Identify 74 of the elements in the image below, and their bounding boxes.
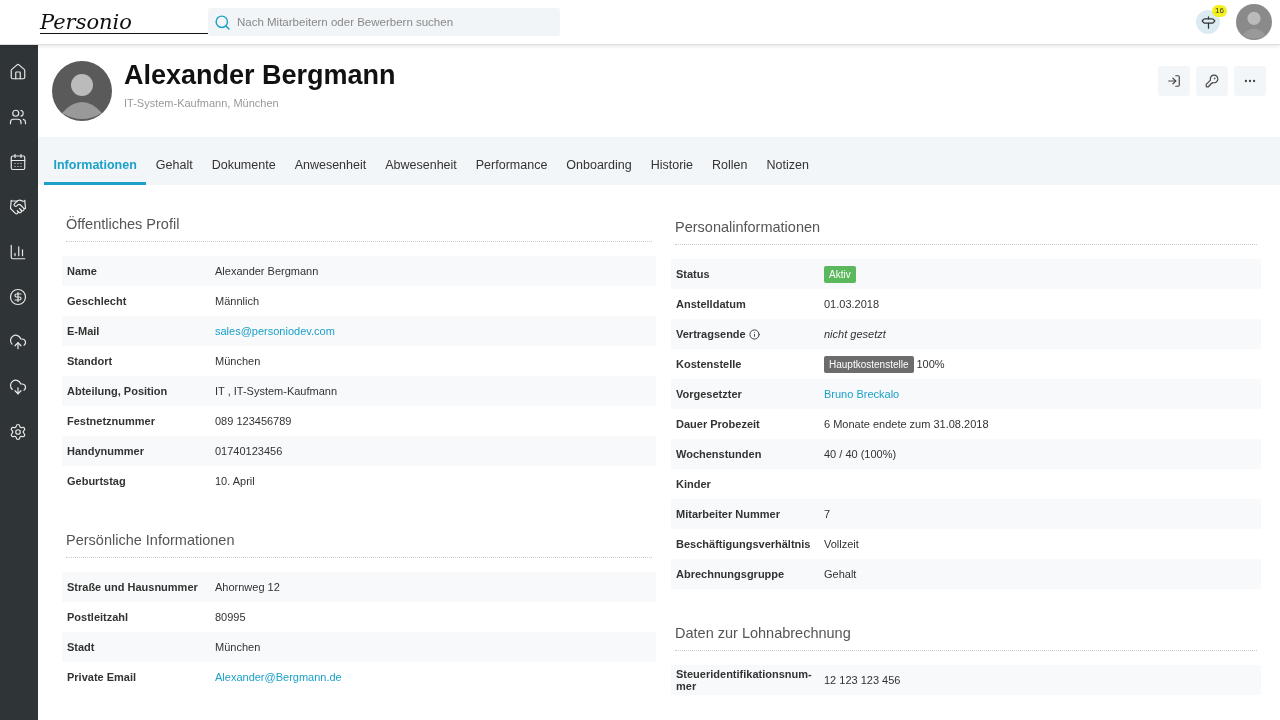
field-label: Postleitzahl xyxy=(67,611,129,623)
field-value: Ahornweg 12 xyxy=(215,581,281,593)
field-value: 80995 xyxy=(215,611,247,623)
info-icon[interactable] xyxy=(748,328,760,340)
field-value: Vollzeit xyxy=(824,538,860,550)
handshake-icon[interactable] xyxy=(9,198,29,218)
field-label: Dauer Probezeit xyxy=(676,418,760,430)
key-icon xyxy=(1205,74,1219,88)
notification-count: 16 xyxy=(1212,5,1227,17)
tab[interactable]: Historie xyxy=(641,158,703,185)
tab[interactable]: Abwesenheit xyxy=(375,158,467,185)
signpost-icon xyxy=(1200,14,1216,30)
tab[interactable]: Notizen xyxy=(757,158,819,185)
employee-subtitle: IT-System-Kaufmann, München xyxy=(124,96,280,109)
field-value: 01740123456 xyxy=(215,445,284,457)
field-label: Straße und Hausnummer xyxy=(67,581,198,593)
field-value: 6 Monate endete zum 31.08.2018 xyxy=(824,418,990,430)
field-value: nicht gesetzt xyxy=(824,328,887,340)
field-value: IT , IT-System-Kaufmann xyxy=(215,385,339,397)
field-label: Festnetznummer xyxy=(67,415,156,427)
field-label: Kinder xyxy=(676,478,711,490)
search-field[interactable]: Nach Mitarbeitern oder Bewerbern suchen xyxy=(208,8,560,36)
field-value: Alexander Bergmann xyxy=(215,265,320,277)
field-value: 40 / 40 (100%) xyxy=(824,448,898,460)
field-value: 089 123456789 xyxy=(215,415,293,427)
field-label: Abrechnungsgruppe xyxy=(676,568,785,580)
field-label: Steueridentifikationsnum-mer xyxy=(676,668,813,692)
profile-avatar xyxy=(52,61,112,121)
section-title: Öffentliches Profil xyxy=(66,216,652,242)
field-label: Standort xyxy=(67,355,113,367)
field-value: 12 123 123 456 xyxy=(824,674,902,686)
field-value: 10. April xyxy=(215,475,256,487)
field-value: Gehalt xyxy=(824,568,858,580)
login-button[interactable] xyxy=(1158,66,1190,96)
field-label: Mitarbeiter Nummer xyxy=(676,508,780,520)
employee-name: Alexander Bergmann xyxy=(124,59,396,91)
tab[interactable]: Dokumente xyxy=(202,158,286,185)
field-label: Name xyxy=(67,265,97,277)
dollar-icon[interactable] xyxy=(9,288,29,308)
field-value: München xyxy=(215,641,262,653)
field-label: Abteilung, Position xyxy=(67,385,168,397)
field-label: Private Email xyxy=(67,671,137,683)
field-label: Handynummer xyxy=(67,445,145,457)
field-value: 100% xyxy=(916,358,945,370)
field-label: Beschäftigungsverhältnis xyxy=(676,538,811,550)
field-value: München xyxy=(215,355,262,367)
field-value: Männlich xyxy=(215,295,261,307)
cost-center-tag: Hauptkostenstelle xyxy=(824,355,914,373)
field-value: 7 xyxy=(824,508,832,520)
field-value: 01.03.2018 xyxy=(824,298,881,310)
section-title: Personalinformationen xyxy=(675,219,1257,245)
field-label: Vorgesetzter xyxy=(676,388,742,400)
tab[interactable]: Anwesenheit xyxy=(285,158,376,185)
search-icon xyxy=(214,13,231,31)
field-label: Status xyxy=(676,268,710,280)
field-label: Anstelldatum xyxy=(676,298,746,310)
field-label: Vertragsende xyxy=(676,328,746,340)
field-label: Wochenstunden xyxy=(676,448,762,460)
field-label: E-Mail xyxy=(67,325,100,337)
tab[interactable]: Rollen xyxy=(702,158,757,185)
tab[interactable]: Gehalt xyxy=(146,158,203,185)
status-badge: Aktiv xyxy=(824,265,856,283)
tab[interactable]: Onboarding xyxy=(556,158,642,185)
section-title: Persönliche Informationen xyxy=(66,532,652,558)
section-title: Daten zur Lohnabrechnung xyxy=(675,625,1257,651)
field-label: Stadt xyxy=(67,641,95,653)
key-button[interactable] xyxy=(1196,66,1228,96)
user-avatar xyxy=(1236,4,1272,40)
field-label: Geschlecht xyxy=(67,295,127,307)
search-input[interactable]: Nach Mitarbeitern oder Bewerbern suchen xyxy=(235,15,554,29)
field-label: Geburtstag xyxy=(67,475,126,487)
tab[interactable]: Performance xyxy=(466,158,557,185)
field-label: Kostenstelle xyxy=(676,358,742,370)
login-icon xyxy=(1167,74,1181,88)
